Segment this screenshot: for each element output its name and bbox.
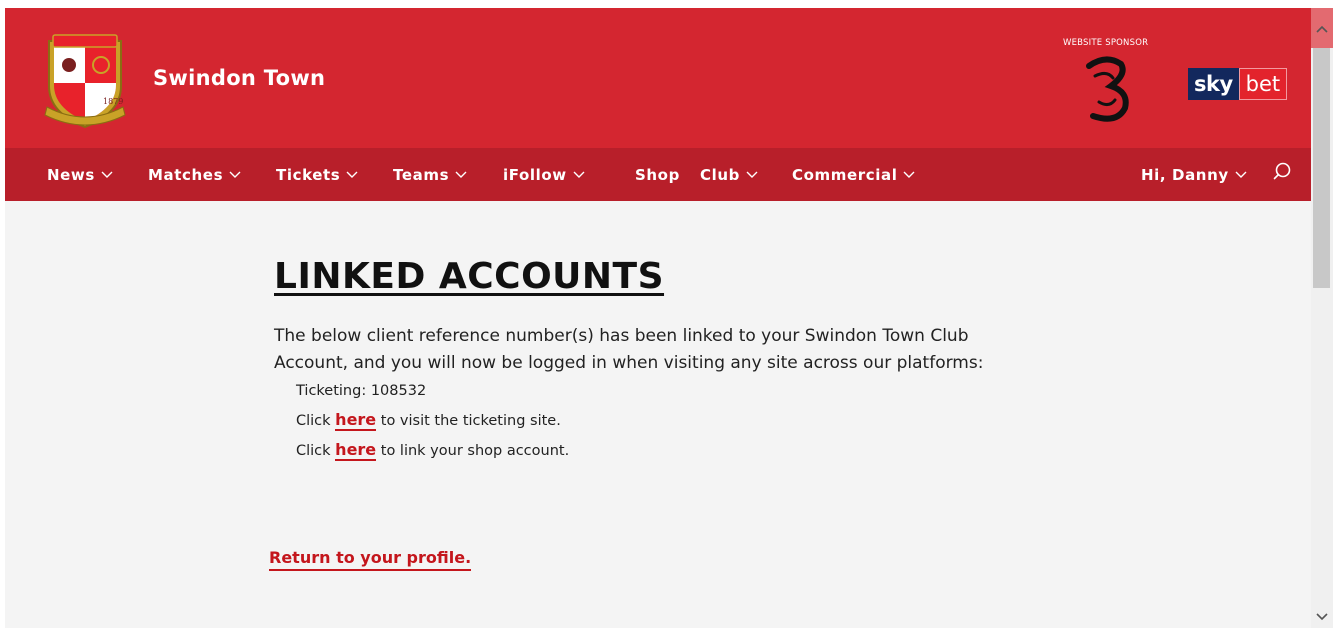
scroll-down-arrow-icon[interactable] <box>1316 612 1328 622</box>
chevron-down-icon <box>1235 171 1247 178</box>
line-suffix: to visit the ticketing site. <box>376 413 561 429</box>
nav-label: Club <box>700 165 740 184</box>
intro-text: The below client reference number(s) has… <box>274 326 984 373</box>
shop-account-link[interactable]: here <box>335 440 377 461</box>
chevron-down-icon <box>746 171 758 178</box>
search-icon[interactable] <box>1272 161 1292 181</box>
ticketing-reference: Ticketing: 108532 <box>296 383 427 399</box>
nav-label: iFollow <box>503 165 567 184</box>
club-crest-logo[interactable]: 1879 <box>39 31 131 131</box>
nav-item-teams[interactable]: Teams <box>393 148 467 201</box>
nav-label: Matches <box>148 165 224 184</box>
user-menu[interactable]: Hi, Danny <box>1141 148 1247 201</box>
page-viewport: 1879 Swindon Town WEBSITE SPONSOR sky be… <box>5 8 1311 628</box>
site-header: 1879 Swindon Town WEBSITE SPONSOR sky be… <box>5 8 1311 148</box>
shop-account-line: Click here to link your shop account. <box>296 440 1034 461</box>
chevron-down-icon <box>101 171 113 178</box>
skybet-sponsor-logo[interactable]: sky bet <box>1188 68 1296 100</box>
user-greeting: Hi, Danny <box>1141 165 1229 184</box>
nav-item-tickets[interactable]: Tickets <box>276 148 358 201</box>
line-prefix: Click <box>296 443 336 459</box>
chevron-down-icon <box>455 171 467 178</box>
three-sponsor-logo[interactable] <box>1081 54 1131 124</box>
nav-label: Shop <box>635 165 680 184</box>
chevron-down-icon <box>573 171 585 178</box>
skybet-logo-sky: sky <box>1188 68 1239 100</box>
nav-label: Teams <box>393 165 450 184</box>
nav-item-club[interactable]: Club <box>700 148 758 201</box>
line-suffix: to link your shop account. <box>376 443 570 459</box>
skybet-logo-bet: bet <box>1238 68 1288 100</box>
nav-item-commercial[interactable]: Commercial <box>792 148 915 201</box>
chevron-down-icon <box>346 171 358 178</box>
scrollbar-thumb[interactable] <box>1313 48 1330 288</box>
page-title: LINKED ACCOUNTS <box>274 256 665 297</box>
nav-item-matches[interactable]: Matches <box>148 148 241 201</box>
chevron-down-icon <box>229 171 241 178</box>
main-nav: News Matches Tickets Teams iFollow Shop … <box>5 148 1311 201</box>
svg-text:1879: 1879 <box>103 97 123 106</box>
ticketing-site-line: Click here to visit the ticketing site. <box>296 410 1034 431</box>
website-sponsor-label: WEBSITE SPONSOR <box>1063 38 1149 48</box>
nav-item-ifollow[interactable]: iFollow <box>503 148 585 201</box>
ticketing-site-link[interactable]: here <box>335 410 377 431</box>
main-content: LINKED ACCOUNTS The below client referen… <box>274 256 1034 461</box>
site-title[interactable]: Swindon Town <box>153 66 325 90</box>
nav-label: Tickets <box>276 165 341 184</box>
nav-item-shop[interactable]: Shop <box>635 148 680 201</box>
nav-label: Commercial <box>792 165 898 184</box>
nav-item-news[interactable]: News <box>47 148 113 201</box>
line-prefix: Click <box>296 413 336 429</box>
chevron-down-icon <box>903 171 915 178</box>
scroll-up-arrow-icon[interactable] <box>1316 24 1328 34</box>
nav-label: News <box>47 165 95 184</box>
return-to-profile-link[interactable]: Return to your profile. <box>269 548 472 571</box>
